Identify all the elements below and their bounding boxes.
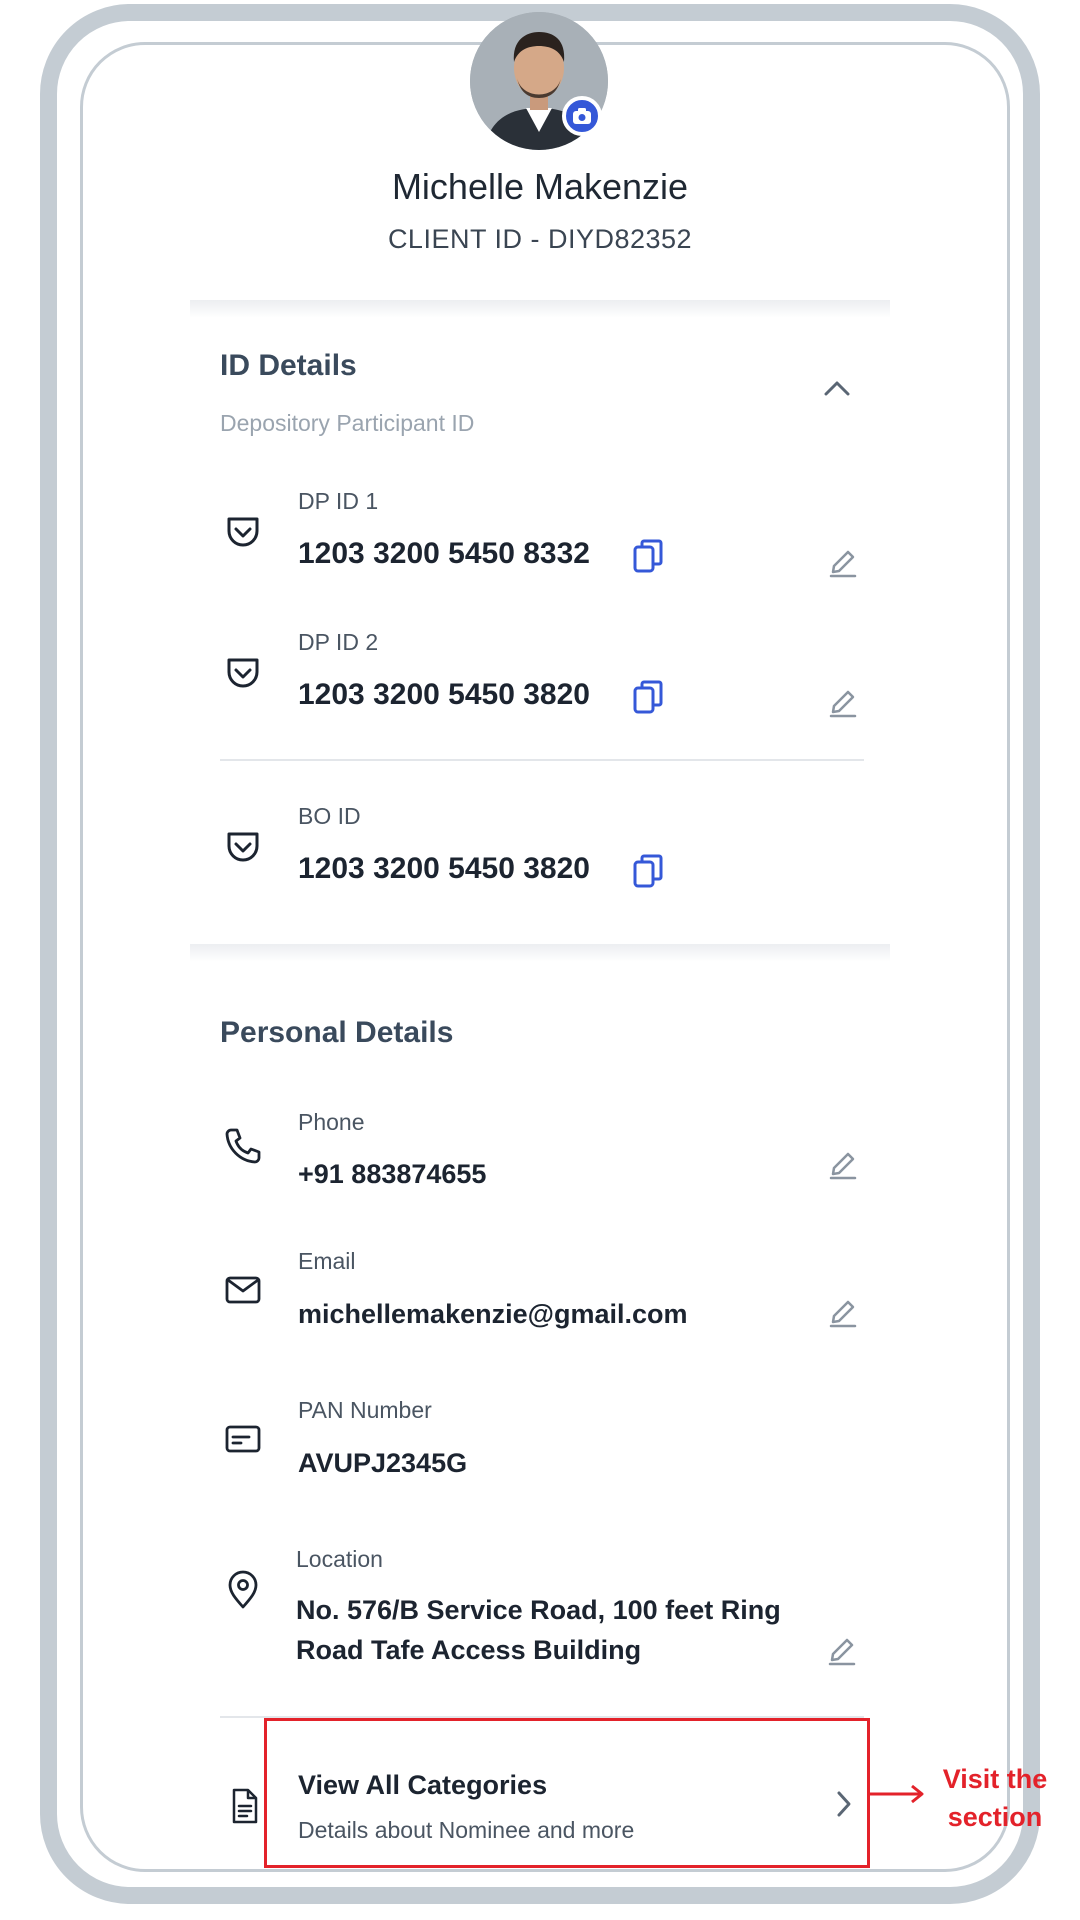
location-line-2: Road Tafe Access Building bbox=[296, 1635, 642, 1665]
dp-id-2-value: 1203 3200 5450 3820 bbox=[298, 678, 590, 711]
pocket-icon bbox=[227, 658, 259, 688]
dp-id-1-label: DP ID 1 bbox=[298, 488, 379, 514]
client-id: CLIENT ID - DIYD82352 bbox=[387, 224, 693, 254]
section-divider bbox=[190, 300, 890, 318]
edit-icon[interactable] bbox=[827, 1150, 859, 1182]
card-icon bbox=[225, 1425, 261, 1453]
pocket-icon bbox=[227, 517, 259, 547]
phone-value: +91 883874655 bbox=[298, 1159, 487, 1189]
mail-icon bbox=[225, 1276, 261, 1304]
edit-icon[interactable] bbox=[827, 1298, 859, 1330]
pan-value: AVUPJ2345G bbox=[298, 1448, 468, 1478]
chevron-up-icon[interactable] bbox=[822, 378, 852, 398]
annotation-label: Visit the section bbox=[930, 1760, 1060, 1836]
annotation-line-2: section bbox=[947, 1802, 1043, 1832]
bo-id-value: 1203 3200 5450 3820 bbox=[298, 852, 590, 885]
phone-icon bbox=[225, 1128, 261, 1164]
edit-icon[interactable] bbox=[827, 688, 859, 720]
bo-id-label: BO ID bbox=[298, 803, 361, 829]
arrow-right-icon bbox=[870, 1784, 924, 1804]
copy-icon[interactable] bbox=[632, 853, 664, 889]
document-icon bbox=[232, 1788, 258, 1824]
location-label: Location bbox=[296, 1546, 383, 1572]
email-value: michellemakenzie@gmail.com bbox=[298, 1299, 688, 1329]
pan-label: PAN Number bbox=[298, 1397, 432, 1423]
location-line-1: No. 576/B Service Road, 100 feet Ring bbox=[296, 1595, 781, 1625]
row-divider bbox=[220, 759, 864, 761]
edit-icon[interactable] bbox=[827, 548, 859, 580]
pocket-icon bbox=[227, 832, 259, 862]
location-pin-icon bbox=[228, 1570, 258, 1609]
profile-name: Michelle Makenzie bbox=[391, 166, 689, 207]
dp-id-1-value: 1203 3200 5450 8332 bbox=[298, 537, 590, 570]
section-divider bbox=[190, 944, 890, 962]
dp-id-2-label: DP ID 2 bbox=[298, 629, 379, 655]
copy-icon[interactable] bbox=[632, 538, 664, 574]
phone-label: Phone bbox=[298, 1109, 365, 1135]
id-details-title: ID Details bbox=[220, 349, 357, 382]
highlight-box bbox=[264, 1718, 870, 1868]
edit-icon[interactable] bbox=[826, 1636, 858, 1668]
personal-details-title: Personal Details bbox=[220, 1016, 454, 1049]
annotation-line-1: Visit the bbox=[942, 1764, 1048, 1794]
camera-icon[interactable] bbox=[562, 96, 602, 136]
copy-icon[interactable] bbox=[632, 679, 664, 715]
email-label: Email bbox=[298, 1248, 356, 1274]
id-details-subtitle: Depository Participant ID bbox=[220, 410, 475, 436]
